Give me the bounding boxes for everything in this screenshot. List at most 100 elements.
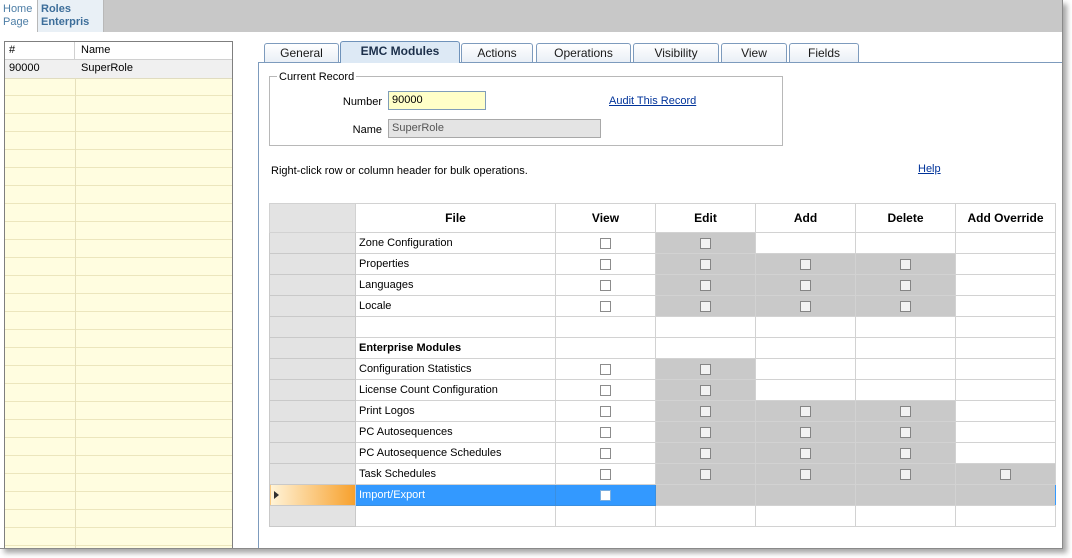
delete-checkbox[interactable] [900,468,911,480]
delete-cell [855,232,956,254]
file-cell: License Count Configuration [355,379,556,401]
edit-checkbox[interactable] [700,237,711,249]
edit-checkbox[interactable] [700,426,711,438]
grid-row: Print Logos [269,400,1056,422]
edit-checkbox[interactable] [700,363,711,375]
roles-list-row[interactable]: 90000 SuperRole [5,60,232,79]
breadcrumb-roles-line2: Enterpris [41,16,90,28]
column-header-name[interactable]: Name [75,42,232,59]
tab-view[interactable]: View [721,43,787,62]
edit-checkbox[interactable] [700,468,711,480]
tab-operations[interactable]: Operations [536,43,631,62]
row-header[interactable] [269,232,356,254]
view-checkbox[interactable] [600,300,611,312]
grid-section-row: Enterprise Modules [269,337,1056,359]
tab-emc-modules[interactable]: EMC Modules [340,41,460,63]
grid-row: PC Autosequence Schedules [269,442,1056,464]
name-label: Name [352,124,382,136]
add-cell [755,232,856,254]
column-header-edit[interactable]: Edit [655,203,756,233]
add-checkbox[interactable] [800,447,811,459]
tab-fields[interactable]: Fields [789,43,859,62]
file-cell: PC Autosequences [355,421,556,443]
add-checkbox[interactable] [800,300,811,312]
delete-checkbox[interactable] [900,258,911,270]
delete-checkbox[interactable] [900,447,911,459]
view-checkbox[interactable] [600,279,611,291]
file-cell: Import/Export [355,484,556,506]
grid-header-row: File View Edit Add Delete Add Override [269,203,1056,233]
breadcrumb-roles-line1: Roles [41,3,71,15]
number-input[interactable]: 90000 [388,91,486,110]
add-override-checkbox[interactable] [1000,468,1011,480]
add-override-cell [955,379,1056,401]
tab-actions[interactable]: Actions [461,43,533,62]
add-checkbox[interactable] [800,279,811,291]
tab-general[interactable]: General [264,43,339,62]
column-header-number[interactable]: # [5,42,75,59]
view-checkbox[interactable] [600,384,611,396]
view-checkbox[interactable] [600,468,611,480]
view-checkbox[interactable] [600,237,611,249]
delete-checkbox[interactable] [900,405,911,417]
column-header-file[interactable]: File [355,203,556,233]
column-header-add[interactable]: Add [755,203,856,233]
top-breadcrumb-bar: Home Page Roles Enterpris [0,0,1062,32]
add-checkbox[interactable] [800,258,811,270]
name-input[interactable]: SuperRole [388,119,601,138]
file-cell: Print Logos [355,400,556,422]
row-header[interactable] [269,400,356,422]
view-checkbox[interactable] [600,489,611,501]
delete-checkbox[interactable] [900,426,911,438]
column-header-delete[interactable]: Delete [855,203,956,233]
view-checkbox[interactable] [600,258,611,270]
edit-checkbox[interactable] [700,405,711,417]
view-checkbox[interactable] [600,363,611,375]
file-cell [355,505,556,527]
grid-row: Locale [269,295,1056,317]
add-override-cell [955,421,1056,443]
row-header[interactable] [269,379,356,401]
list-column-divider [75,78,76,548]
view-checkbox[interactable] [600,447,611,459]
edit-checkbox[interactable] [700,384,711,396]
view-checkbox[interactable] [600,405,611,417]
delete-cell [855,379,956,401]
edit-checkbox[interactable] [700,258,711,270]
row-header[interactable] [269,442,356,464]
row-header[interactable] [269,505,356,527]
add-override-cell [955,358,1056,380]
row-header[interactable] [269,463,356,485]
add-override-cell [955,295,1056,317]
row-header[interactable] [269,316,356,338]
row-header[interactable] [269,358,356,380]
breadcrumb-home-page[interactable]: Home Page [0,0,38,32]
edit-cell [655,484,756,506]
row-header[interactable] [269,337,356,359]
column-header-view[interactable]: View [555,203,656,233]
edit-checkbox[interactable] [700,447,711,459]
audit-record-link[interactable]: Audit This Record [609,95,696,107]
column-header-add-override[interactable]: Add Override [955,203,1056,233]
edit-checkbox[interactable] [700,279,711,291]
row-header[interactable] [269,421,356,443]
grid-corner-header[interactable] [269,203,356,233]
row-header-selected[interactable] [269,484,356,506]
delete-checkbox[interactable] [900,300,911,312]
add-override-cell [955,274,1056,296]
row-header[interactable] [269,274,356,296]
breadcrumb-roles[interactable]: Roles Enterpris [38,0,104,32]
edit-checkbox[interactable] [700,300,711,312]
row-header[interactable] [269,295,356,317]
grid-row: Languages [269,274,1056,296]
add-checkbox[interactable] [800,426,811,438]
add-checkbox[interactable] [800,468,811,480]
add-checkbox[interactable] [800,405,811,417]
grid-row: PC Autosequences [269,421,1056,443]
add-override-cell [955,442,1056,464]
tab-visibility[interactable]: Visibility [633,43,719,62]
help-link[interactable]: Help [918,163,941,175]
delete-checkbox[interactable] [900,279,911,291]
view-checkbox[interactable] [600,426,611,438]
row-header[interactable] [269,253,356,275]
